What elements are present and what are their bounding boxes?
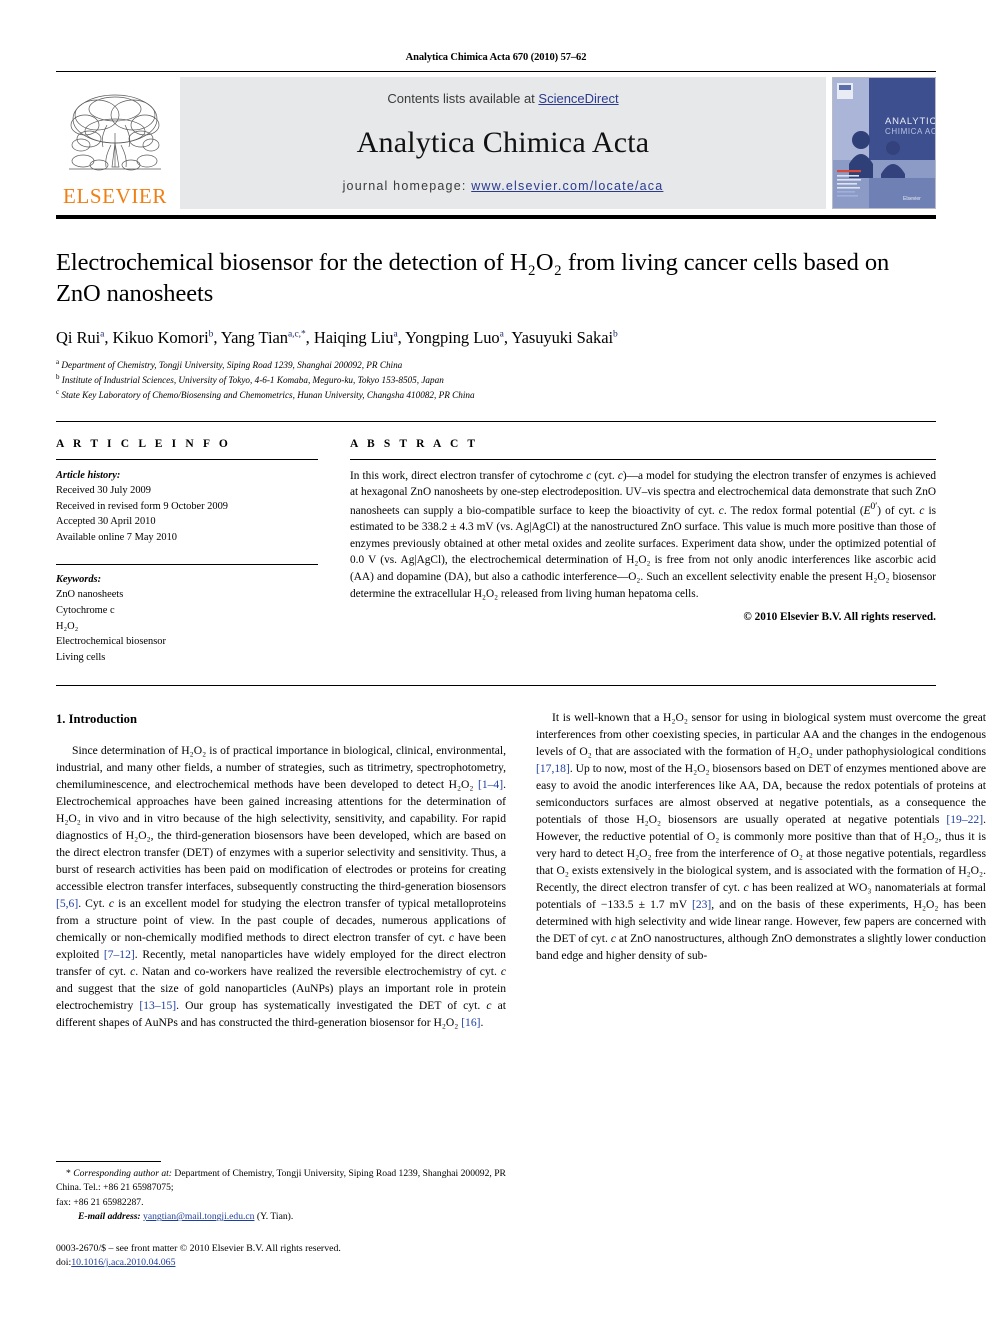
imprint-doi-line: doi:10.1016/j.aca.2010.04.065: [56, 1256, 506, 1271]
keyword-item: H₂O₂: [56, 620, 79, 632]
cover-publisher: Elsevier: [903, 196, 921, 202]
keyword-item: ZnO nanosheets: [56, 589, 124, 601]
doi-label: doi:: [56, 1257, 72, 1269]
body-column-right: It is well-known that a H₂O₂ sensor for …: [536, 710, 986, 1230]
article-history: Article history: Received 30 July 2009 R…: [56, 468, 318, 546]
keyword-item: Cytochrome c: [56, 604, 115, 616]
journal-homepage-line: journal homepage: www.elsevier.com/locat…: [343, 179, 664, 193]
journal-homepage-link[interactable]: www.elsevier.com/locate/aca: [471, 179, 663, 193]
affiliation-mark-b: b: [56, 373, 60, 382]
body-column-left: 1. Introduction Since determination of H…: [56, 710, 506, 1230]
affiliation-mark-c: c: [56, 388, 60, 397]
abstract-rule: [350, 458, 936, 460]
body-columns: 1. Introduction Since determination of H…: [56, 710, 986, 1230]
article-history-label: Article history:: [56, 469, 121, 481]
article-info-rule: [56, 458, 318, 460]
affiliation-mark-a: a: [56, 357, 60, 366]
title-block-divider: [56, 420, 936, 422]
info-abstract-row: A R T I C L E I N F O Article history: R…: [56, 438, 936, 666]
paper-page: Analytica Chimica Acta 670 (2010) 57–62: [0, 0, 992, 1323]
abstract-bottom-rule: [56, 685, 936, 687]
history-item-online: Available online 7 May 2010: [56, 532, 178, 544]
author-list: Qi Ruia, Kikuo Komorib, Yang Tiana,c,*, …: [56, 327, 618, 347]
elsevier-tree-icon: [69, 94, 161, 171]
elsevier-logo: ELSEVIER: [56, 77, 174, 209]
history-item-revised: Received in revised form 9 October 2009: [56, 500, 228, 512]
email-label: E-mail address:: [78, 1211, 141, 1223]
cover-title-line1: ANALYTICA: [885, 116, 935, 127]
email-link[interactable]: yangtian@mail.tongji.edu.cn: [143, 1211, 254, 1222]
corresponding-author-note: * Corresponding author at: Department of…: [56, 1168, 506, 1194]
homepage-prefix: journal homepage:: [342, 179, 472, 193]
keyword-item: Living cells: [56, 651, 106, 663]
intro-paragraph-2: It is well-known that a H₂O₂ sensor for …: [536, 711, 986, 963]
footnote-block: * Corresponding author at: Department of…: [56, 1161, 506, 1271]
running-head: Analytica Chimica Acta 670 (2010) 57–62: [405, 52, 587, 63]
section-heading-introduction: 1. Introduction: [56, 712, 137, 727]
affiliation-text-a: Department of Chemistry, Tongji Universi…: [61, 359, 403, 370]
journal-cover-thumbnail: ANALYTICA CHIMICA ACTA Elsevier: [832, 77, 936, 209]
cover-artwork: ANALYTICA CHIMICA ACTA Elsevier: [833, 78, 935, 208]
contents-prefix: Contents lists available at: [387, 91, 539, 106]
affiliation-c: c State Key Laboratory of Chemo/Biosensi…: [56, 387, 936, 402]
abstract-text: In this work, direct electron transfer o…: [350, 469, 937, 600]
masthead-center: Contents lists available at ScienceDirec…: [180, 77, 826, 209]
header-divider: [56, 71, 936, 72]
masthead-bottom-rule: [56, 215, 936, 219]
affiliation-a: a Department of Chemistry, Tongji Univer…: [56, 357, 936, 372]
page-title: Electrochemical biosensor for the detect…: [56, 249, 890, 308]
abstract-column: A B S T R A C T In this work, direct ele…: [350, 438, 936, 666]
affiliation-text-b: Institute of Industrial Sciences, Univer…: [61, 375, 444, 386]
corresponding-author-fax: fax: +86 21 65982287.: [56, 1196, 144, 1208]
affiliation-list: a Department of Chemistry, Tongji Univer…: [56, 357, 936, 403]
journal-title: Analytica Chimica Acta: [356, 125, 650, 159]
affiliation-text-c: State Key Laboratory of Chemo/Biosensing…: [61, 390, 475, 401]
abstract-heading: A B S T R A C T: [350, 437, 479, 450]
doi-link[interactable]: 10.1016/j.aca.2010.04.065: [71, 1257, 175, 1268]
keywords-block: Keywords: ZnO nanosheets Cytochrome c H₂…: [56, 572, 318, 666]
imprint-front-matter: 0003-2670/$ – see front matter © 2010 El…: [56, 1242, 341, 1254]
keywords-label: Keywords:: [56, 573, 102, 585]
abstract-copyright: © 2010 Elsevier B.V. All rights reserved…: [743, 611, 936, 624]
history-item-accepted: Accepted 30 April 2010: [56, 516, 156, 528]
contents-lists-line: Contents lists available at ScienceDirec…: [387, 91, 618, 106]
article-info-heading: A R T I C L E I N F O: [56, 437, 231, 450]
sciencedirect-link[interactable]: ScienceDirect: [538, 91, 618, 106]
article-info-column: A R T I C L E I N F O Article history: R…: [56, 438, 318, 666]
footnote-rule: [56, 1161, 161, 1163]
email-note: E-mail address: yangtian@mail.tongji.edu…: [56, 1210, 506, 1224]
journal-masthead: ELSEVIER Contents lists available at Sci…: [56, 77, 936, 209]
imprint-block: 0003-2670/$ – see front matter © 2010 El…: [56, 1242, 506, 1271]
history-item-received: Received 30 July 2009: [56, 485, 151, 497]
elsevier-wordmark: ELSEVIER: [63, 184, 167, 208]
affiliation-b: b Institute of Industrial Sciences, Univ…: [56, 372, 936, 387]
keywords-rule: [56, 563, 318, 565]
intro-paragraph-1: Since determination of H₂O₂ is of practi…: [56, 743, 507, 1029]
cover-title-line2: CHIMICA ACTA: [885, 127, 935, 136]
email-suffix: (Y. Tian).: [256, 1211, 294, 1223]
keyword-item: Electrochemical biosensor: [56, 636, 166, 648]
